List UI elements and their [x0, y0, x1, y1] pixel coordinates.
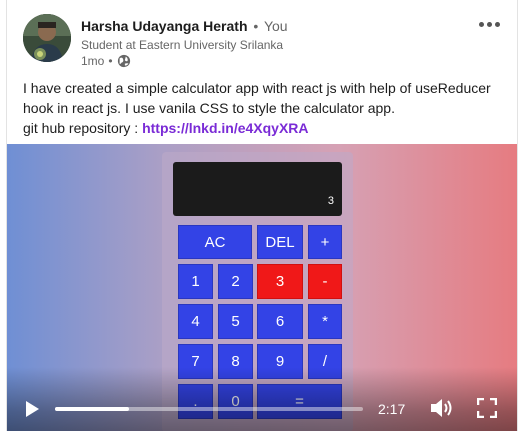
post-header: Harsha Udayanga Herath • You Student at …	[7, 0, 517, 74]
post-text-line: git hub repository : https://lnkd.in/e4X…	[23, 118, 503, 138]
fullscreen-button[interactable]	[476, 397, 498, 419]
key-1[interactable]: 1	[178, 264, 213, 299]
avatar-image	[23, 14, 71, 62]
author-relation: You	[263, 18, 288, 34]
repo-link[interactable]: https://lnkd.in/e4XqyXRA	[142, 120, 308, 136]
more-horizontal-icon-dot	[494, 21, 500, 27]
more-horizontal-icon-dot	[478, 21, 484, 27]
more-horizontal-icon-dot	[486, 21, 492, 27]
author-headline: Student at Eastern University Srilanka	[81, 38, 284, 52]
play-button[interactable]	[22, 399, 42, 419]
author-separator: •	[253, 18, 259, 34]
globe-icon	[117, 54, 131, 68]
video-player[interactable]: 3 AC DEL + 1 2 3 - 4 5 6 * 7 8 9 / . 0 =	[7, 144, 517, 431]
repo-label: git hub repository :	[23, 120, 143, 136]
key-6[interactable]: 6	[257, 304, 303, 339]
key-2[interactable]: 2	[218, 264, 253, 299]
key-multiply[interactable]: *	[308, 304, 342, 339]
post-time: 1mo	[81, 54, 105, 68]
post-text: I have created a simple calculator app w…	[23, 78, 503, 138]
avatar[interactable]	[23, 14, 71, 62]
post-text-line: I have created a simple calculator app w…	[23, 80, 491, 96]
progress-bar[interactable]	[55, 407, 363, 411]
key-del[interactable]: DEL	[257, 225, 303, 259]
fullscreen-icon	[476, 397, 498, 419]
progress-fill	[55, 407, 129, 411]
play-icon	[26, 401, 39, 417]
post-text-line: hook in react js. I use vanila CSS to st…	[23, 100, 395, 116]
key-5[interactable]: 5	[218, 304, 253, 339]
calculator-display: 3	[173, 162, 342, 216]
volume-icon	[431, 399, 452, 417]
key-4[interactable]: 4	[178, 304, 213, 339]
key-plus[interactable]: +	[308, 225, 342, 259]
more-options-button[interactable]	[475, 14, 503, 34]
key-minus[interactable]: -	[308, 264, 342, 299]
display-value: 3	[327, 195, 334, 207]
author-line: Harsha Udayanga Herath • You	[81, 18, 288, 34]
post-card: Harsha Udayanga Herath • You Student at …	[6, 0, 518, 431]
volume-button[interactable]	[429, 397, 455, 419]
video-time: 2:17	[378, 401, 406, 417]
video-controls: 2:17	[7, 367, 517, 431]
post-meta: 1mo •	[81, 54, 131, 68]
meta-separator: •	[108, 54, 113, 68]
author-name[interactable]: Harsha Udayanga Herath	[81, 18, 248, 34]
key-3[interactable]: 3	[257, 264, 303, 299]
key-ac[interactable]: AC	[178, 225, 252, 259]
